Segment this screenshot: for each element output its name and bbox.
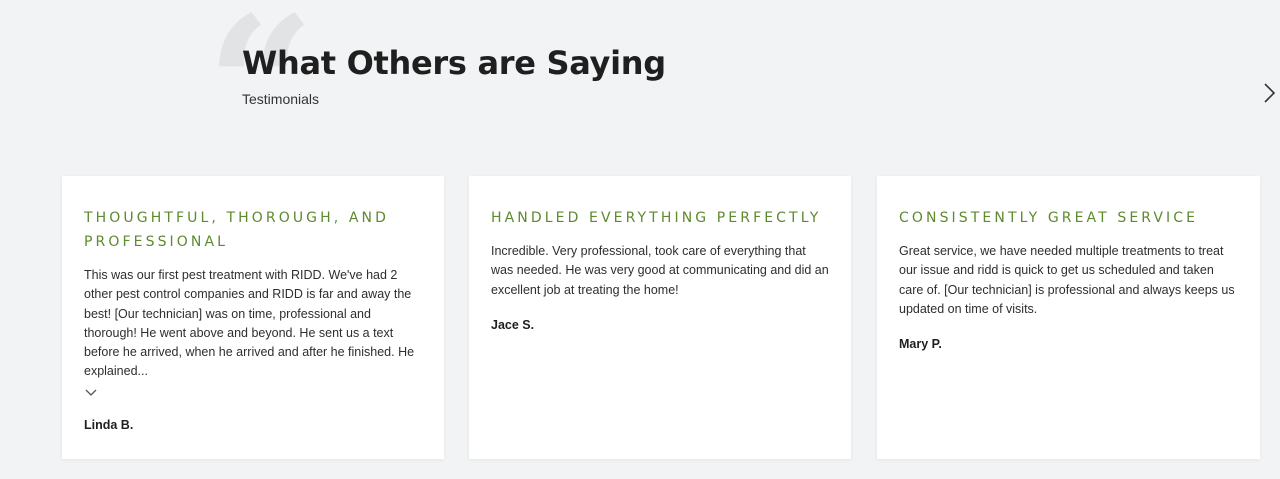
testimonial-card: THOUGHTFUL, THOROUGH, AND PROFESSIONAL T… xyxy=(62,176,444,459)
testimonial-author: Linda B. xyxy=(84,417,134,432)
section-title: What Others are Saying xyxy=(242,44,666,82)
chevron-down-icon[interactable] xyxy=(84,386,98,398)
testimonial-card: HANDLED EVERYTHING PERFECTLY Incredible.… xyxy=(469,176,851,459)
testimonial-text: Incredible. Very professional, took care… xyxy=(491,244,829,297)
testimonial-text: This was our first pest treatment with R… xyxy=(84,268,415,379)
testimonial-author: Mary P. xyxy=(899,337,942,352)
testimonial-title: CONSISTENTLY GREAT SERVICE xyxy=(899,210,1199,226)
testimonial-card: CONSISTENTLY GREAT SERVICE Great service… xyxy=(877,176,1260,459)
testimonial-text: Great service, we have needed multiple t… xyxy=(899,244,1235,316)
testimonial-title: HANDLED EVERYTHING PERFECTLY xyxy=(491,210,822,226)
testimonial-author: Jace S. xyxy=(491,317,535,332)
section-subtitle: Testimonials xyxy=(242,91,320,107)
chevron-right-icon[interactable] xyxy=(1260,82,1280,104)
testimonial-title: THOUGHTFUL, THOROUGH, AND PROFESSIONAL xyxy=(84,210,389,250)
